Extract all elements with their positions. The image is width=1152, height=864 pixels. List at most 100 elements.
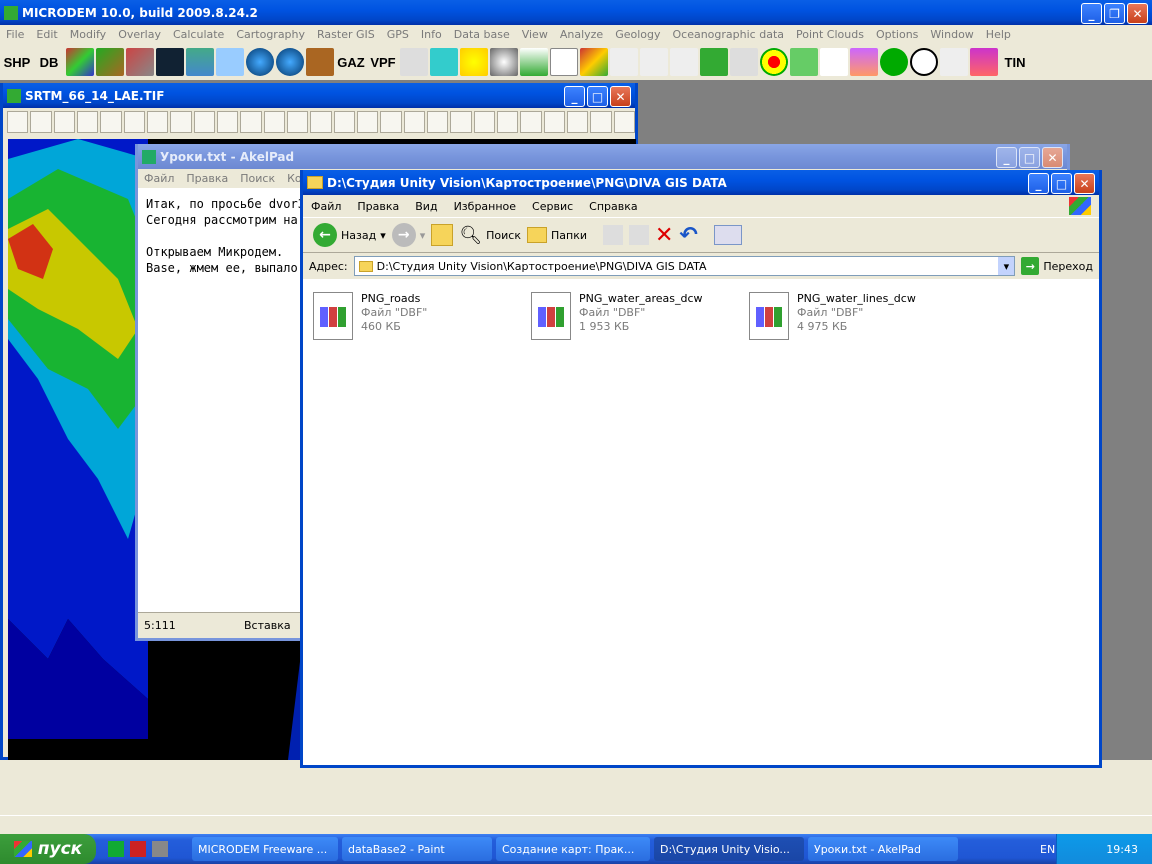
map-tool-icon[interactable] [286, 111, 309, 133]
explorer-menu-item[interactable]: Файл [303, 200, 349, 213]
file-item[interactable]: PNG_water_lines_dcw Файл "DBF" 4 975 КБ [749, 292, 967, 346]
explorer-close-button[interactable]: ✕ [1074, 173, 1095, 194]
map-tool-icon[interactable] [520, 111, 542, 133]
crosshair-icon[interactable] [880, 48, 908, 76]
globe-alt-icon[interactable] [276, 48, 304, 76]
task-paint[interactable]: dataBase2 - Paint [342, 837, 492, 861]
explorer-titlebar[interactable]: D:\Студия Unity Vision\Картостроение\PNG… [303, 170, 1099, 195]
akelpad-titlebar[interactable]: Уроки.txt - AkelPad _ □ ✕ [138, 144, 1067, 169]
map-tool-icon[interactable] [216, 111, 239, 133]
los-icon[interactable] [520, 48, 548, 76]
forward-button[interactable]: → ▾ [391, 223, 426, 247]
opengl-icon[interactable] [820, 48, 848, 76]
delete-icon[interactable]: ✕ [655, 223, 673, 248]
gaz-button[interactable]: GAZ [336, 47, 366, 77]
map-tool-icon[interactable] [473, 111, 495, 133]
app-menu-item[interactable]: Overlay [112, 28, 167, 41]
copy-to-icon[interactable] [628, 225, 649, 245]
back-dropdown-icon[interactable]: ▾ [380, 229, 386, 242]
srtm-minimize-button[interactable]: _ [564, 86, 585, 107]
app-menu-item[interactable]: View [516, 28, 554, 41]
explorer-menu-item[interactable]: Вид [407, 200, 445, 213]
views-icon[interactable] [713, 225, 742, 245]
task-opera[interactable]: Создание карт: Прак... [496, 837, 650, 861]
quicklaunch-app-icon[interactable] [130, 841, 146, 857]
app-menu-item[interactable]: Point Clouds [790, 28, 870, 41]
srtm-close-button[interactable]: ✕ [610, 86, 631, 107]
minimize-button[interactable]: _ [1081, 3, 1102, 24]
back-button[interactable]: ← Назад ▾ [313, 223, 386, 247]
app-menu-item[interactable]: Oceanographic data [667, 28, 791, 41]
clock[interactable]: 19:43 [1106, 843, 1138, 856]
house-icon[interactable] [700, 48, 728, 76]
explorer-menu-item[interactable]: Сервис [524, 200, 581, 213]
explorer-menu-item[interactable]: Избранное [446, 200, 524, 213]
task-microdem[interactable]: MICRODEM Freeware ... [192, 837, 338, 861]
target-icon[interactable] [760, 48, 788, 76]
folders-button[interactable]: Папки [526, 227, 587, 243]
map-tool-icon[interactable] [613, 111, 635, 133]
explorer-menu-item[interactable]: Правка [349, 200, 407, 213]
app-menu-item[interactable]: Cartography [230, 28, 311, 41]
app-menu-item[interactable]: Info [415, 28, 448, 41]
globe-icon[interactable] [246, 48, 274, 76]
tin-button[interactable]: TIN [1000, 47, 1030, 77]
image-icon[interactable] [126, 48, 154, 76]
map-tool-icon[interactable] [566, 111, 589, 133]
animal-icon[interactable] [306, 48, 334, 76]
task-akelpad[interactable]: Уроки.txt - AkelPad [808, 837, 958, 861]
map-tool-icon[interactable] [496, 111, 519, 133]
app-menu-item[interactable]: Edit [30, 28, 63, 41]
srtm-titlebar[interactable]: SRTM_66_14_LAE.TIF _ □ ✕ [3, 83, 635, 108]
map-tool-icon[interactable] [100, 111, 122, 133]
app-menu-item[interactable]: Data base [448, 28, 516, 41]
app-menu-item[interactable]: GPS [381, 28, 415, 41]
vpf-button[interactable]: VPF [368, 47, 398, 77]
language-indicator[interactable]: EN [1040, 843, 1055, 856]
explorer-maximize-button[interactable]: □ [1051, 173, 1072, 194]
app-menu-item[interactable]: Modify [64, 28, 112, 41]
world-grid-icon[interactable] [910, 48, 938, 76]
map-tool-icon[interactable] [53, 111, 75, 133]
map-tool-icon[interactable] [240, 111, 262, 133]
app-menu-item[interactable]: File [0, 28, 30, 41]
shp-button[interactable]: SHP [2, 47, 32, 77]
map-icon[interactable] [66, 48, 94, 76]
satellite-icon[interactable] [156, 48, 184, 76]
utm-icon[interactable] [430, 48, 458, 76]
quicklaunch-photoshop-icon[interactable] [108, 841, 124, 857]
forward-dropdown-icon[interactable]: ▾ [420, 229, 426, 242]
map-tool-icon[interactable] [380, 111, 402, 133]
move-to-icon[interactable] [602, 225, 623, 245]
akelpad-maximize-button[interactable]: □ [1019, 147, 1040, 168]
in-out-icon[interactable] [400, 48, 428, 76]
address-dropdown-icon[interactable]: ▾ [998, 257, 1015, 275]
explorer-minimize-button[interactable]: _ [1028, 173, 1049, 194]
map-tool-icon[interactable] [333, 111, 355, 133]
map-tool-icon[interactable] [7, 111, 29, 133]
sun-icon[interactable] [460, 48, 488, 76]
map-tool-icon[interactable] [76, 111, 99, 133]
akelpad-menu-item[interactable]: Поиск [234, 172, 281, 185]
grid-icon[interactable] [670, 48, 698, 76]
map-tool-icon[interactable] [450, 111, 472, 133]
app-menu-item[interactable]: Analyze [554, 28, 609, 41]
map-tool-icon[interactable] [543, 111, 565, 133]
mesh-icon[interactable] [730, 48, 758, 76]
map-tool-icon[interactable] [263, 111, 285, 133]
app-menu-item[interactable]: Options [870, 28, 924, 41]
bricks-icon[interactable] [970, 48, 998, 76]
app-menu-item[interactable]: Calculate [167, 28, 230, 41]
map-tool-icon[interactable] [123, 111, 145, 133]
map-tool-icon[interactable] [590, 111, 612, 133]
map-tool-icon[interactable] [30, 111, 52, 133]
file-item[interactable]: PNG_water_areas_dcw Файл "DBF" 1 953 КБ [531, 292, 749, 346]
app-menu-item[interactable]: Geology [609, 28, 666, 41]
network-icon[interactable] [610, 48, 638, 76]
quicklaunch-media-icon[interactable] [152, 841, 168, 857]
network-alt-icon[interactable] [640, 48, 668, 76]
file-item[interactable]: PNG_roads Файл "DBF" 460 КБ [313, 292, 531, 346]
map-tool-icon[interactable] [403, 111, 425, 133]
chart-icon[interactable] [216, 48, 244, 76]
map-tool-icon[interactable] [356, 111, 379, 133]
